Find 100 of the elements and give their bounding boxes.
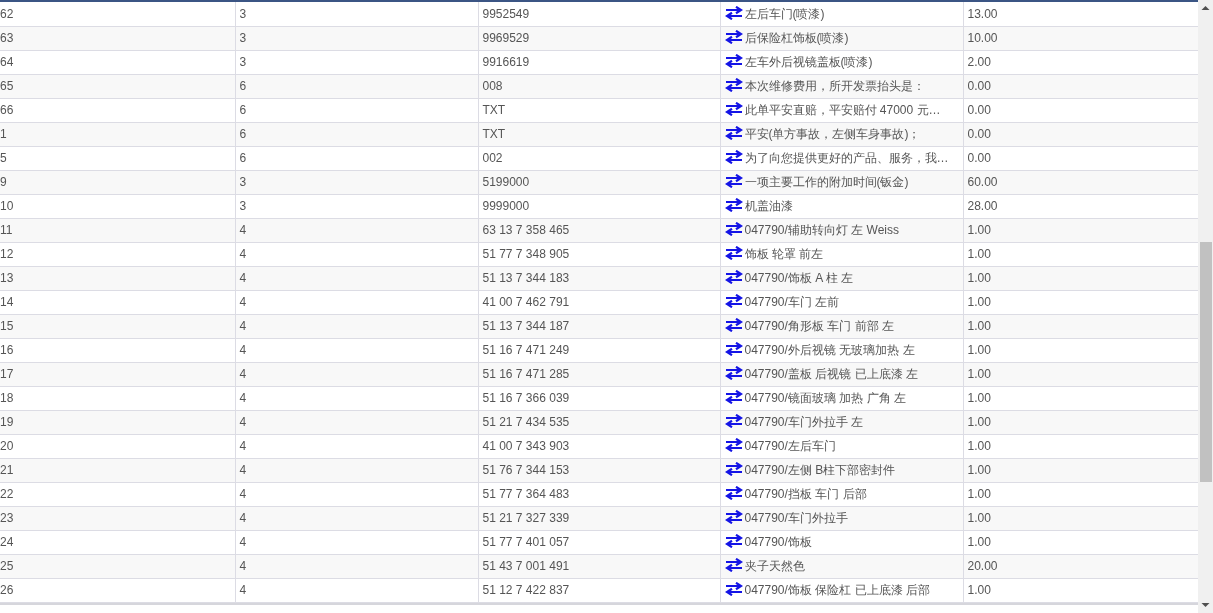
item-description: 一项主要工作的附加时间(钣金) bbox=[744, 175, 909, 189]
table-cell: 3 bbox=[235, 170, 478, 194]
table-cell: 002 bbox=[478, 146, 720, 170]
swap-arrows-icon[interactable] bbox=[724, 558, 743, 572]
item-description: 047790/辅助转向灯 左 Weiss bbox=[744, 223, 899, 237]
table-cell: 65 bbox=[0, 74, 235, 98]
table-cell: 66 bbox=[0, 98, 235, 122]
table-cell: 3 bbox=[235, 2, 478, 26]
table-cell: 10.00 bbox=[963, 26, 1198, 50]
table-cell: 4 bbox=[235, 242, 478, 266]
swap-arrows-icon[interactable] bbox=[724, 390, 743, 404]
table-cell: 0.00 bbox=[963, 74, 1198, 98]
table-cell: 9 bbox=[0, 170, 235, 194]
table-cell: 60.00 bbox=[963, 170, 1198, 194]
table-cell: 1.00 bbox=[963, 266, 1198, 290]
table-cell: 17 bbox=[0, 362, 235, 386]
table-cell: 51 76 7 344 153 bbox=[478, 458, 720, 482]
table-cell: TXT bbox=[478, 122, 720, 146]
table-cell: 4 bbox=[235, 386, 478, 410]
swap-arrows-icon[interactable] bbox=[724, 174, 743, 188]
table-cell: 24 bbox=[0, 530, 235, 554]
table-cell: 6 bbox=[235, 146, 478, 170]
table-cell: 1.00 bbox=[963, 578, 1198, 602]
swap-arrows-icon[interactable] bbox=[724, 342, 743, 356]
table-cell: 4 bbox=[235, 410, 478, 434]
table-cell: 9999000 bbox=[478, 194, 720, 218]
swap-arrows-icon[interactable] bbox=[724, 150, 743, 164]
table-cell: 1 bbox=[0, 122, 235, 146]
swap-arrows-icon[interactable] bbox=[724, 5, 743, 20]
item-description: 后保险杠饰板(喷漆) bbox=[744, 31, 849, 45]
table-cell: 51 21 7 327 339 bbox=[478, 506, 720, 530]
table-cell: 4 bbox=[235, 554, 478, 578]
table-cell: 1.00 bbox=[963, 338, 1198, 362]
table-cell: 1.00 bbox=[963, 290, 1198, 314]
swap-arrows-icon[interactable] bbox=[724, 462, 743, 476]
table-cell: 6 bbox=[235, 98, 478, 122]
item-description: 平安(单方事故，左侧车身事故)； bbox=[744, 127, 921, 141]
table-cell: 13 bbox=[0, 266, 235, 290]
table-cell: 0.00 bbox=[963, 122, 1198, 146]
table-cell: 4 bbox=[235, 338, 478, 362]
table-cell: 1.00 bbox=[963, 530, 1198, 554]
swap-arrows-icon[interactable] bbox=[724, 198, 743, 212]
item-description: 047790/饰板 bbox=[744, 535, 812, 549]
table-cell: 1.00 bbox=[963, 482, 1198, 506]
table-cell: 1.00 bbox=[963, 434, 1198, 458]
table-cell: 11 bbox=[0, 218, 235, 242]
table-cell: 4 bbox=[235, 530, 478, 554]
table-cell: 25 bbox=[0, 554, 235, 578]
table-cell: 51 77 7 364 483 bbox=[478, 482, 720, 506]
table-cell: 0.00 bbox=[963, 146, 1198, 170]
swap-arrows-icon[interactable] bbox=[724, 30, 743, 44]
item-description: 夹子天然色 bbox=[744, 559, 805, 573]
item-description: 此单平安直赔，平安赔付 47000 元… bbox=[744, 103, 941, 117]
swap-arrows-icon[interactable] bbox=[724, 510, 743, 524]
table-cell: 4 bbox=[235, 290, 478, 314]
table-cell: 3 bbox=[235, 26, 478, 50]
swap-arrows-icon[interactable] bbox=[724, 534, 743, 548]
scrollbar[interactable] bbox=[1198, 0, 1213, 613]
swap-arrows-icon[interactable] bbox=[724, 366, 743, 380]
swap-arrows-icon[interactable] bbox=[724, 270, 743, 284]
table-cell: 1.00 bbox=[963, 218, 1198, 242]
table-cell: 2.00 bbox=[963, 50, 1198, 74]
item-description: 047790/车门外拉手 bbox=[744, 511, 848, 525]
table-cell: 4 bbox=[235, 506, 478, 530]
swap-arrows-icon[interactable] bbox=[724, 582, 743, 596]
table-cell: 4 bbox=[235, 266, 478, 290]
item-description: 047790/左后车门 bbox=[744, 439, 836, 453]
item-description: 047790/车门外拉手 左 bbox=[744, 415, 864, 429]
swap-arrows-icon[interactable] bbox=[724, 414, 743, 428]
table-cell: 15 bbox=[0, 314, 235, 338]
swap-arrows-icon[interactable] bbox=[724, 54, 743, 68]
swap-arrows-icon[interactable] bbox=[724, 222, 743, 236]
swap-arrows-icon[interactable] bbox=[724, 102, 743, 116]
swap-arrows-icon[interactable] bbox=[724, 246, 743, 260]
table-cell: 63 bbox=[0, 26, 235, 50]
table-cell: 4 bbox=[235, 482, 478, 506]
swap-arrows-icon[interactable] bbox=[724, 438, 743, 452]
table-cell: 62 bbox=[0, 2, 235, 26]
table-cell: 12 bbox=[0, 242, 235, 266]
swap-arrows-icon[interactable] bbox=[724, 486, 743, 500]
table-cell: 51 16 7 366 039 bbox=[478, 386, 720, 410]
item-description: 047790/盖板 后视镜 已上底漆 左 bbox=[744, 367, 918, 381]
item-description: 047790/饰板 保险杠 已上底漆 后部 bbox=[744, 583, 930, 597]
scrollbar-thumb[interactable] bbox=[1199, 242, 1212, 482]
table-cell: 51 13 7 344 183 bbox=[478, 266, 720, 290]
table-cell: 6 bbox=[235, 122, 478, 146]
table-cell: 4 bbox=[235, 434, 478, 458]
item-description: 为了向您提供更好的产品、服务，我… bbox=[744, 151, 949, 165]
table-cell: 51 12 7 422 837 bbox=[478, 578, 720, 602]
swap-arrows-icon[interactable] bbox=[724, 294, 743, 308]
swap-arrows-icon[interactable] bbox=[724, 78, 743, 92]
swap-arrows-icon[interactable] bbox=[724, 318, 743, 332]
table-cell: 51 16 7 471 285 bbox=[478, 362, 720, 386]
table-cell: 4 bbox=[235, 362, 478, 386]
swap-arrows-icon[interactable] bbox=[724, 126, 743, 140]
table-cell: 51 43 7 001 491 bbox=[478, 554, 720, 578]
item-description: 047790/外后视镜 无玻璃加热 左 bbox=[744, 343, 915, 357]
table-cell: 4 bbox=[235, 218, 478, 242]
table-cell: 1.00 bbox=[963, 458, 1198, 482]
table-cell: 9916619 bbox=[478, 50, 720, 74]
